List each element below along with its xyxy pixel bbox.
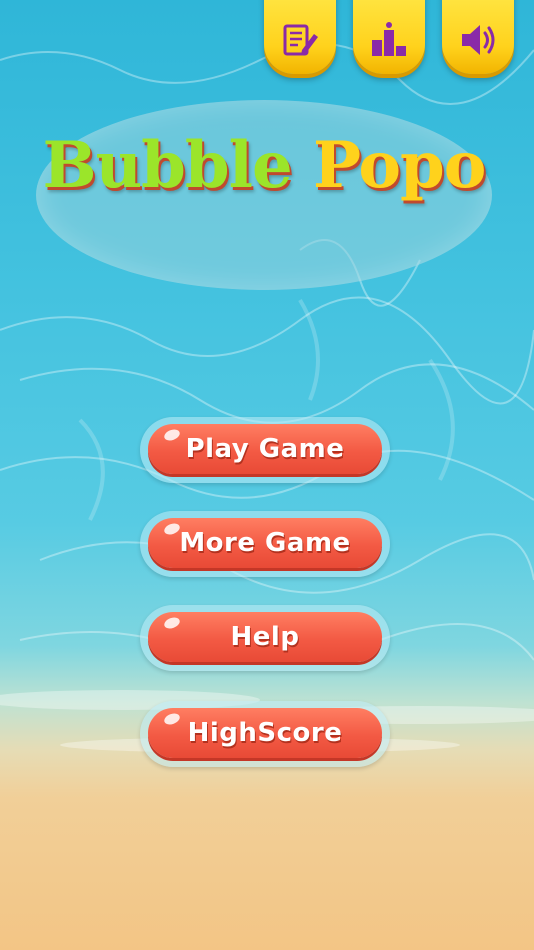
title-word-popo: Popo (312, 128, 487, 203)
speaker-icon (462, 25, 495, 55)
game-title: Bubble Popo (36, 128, 492, 205)
help-label: Help (230, 622, 300, 652)
leaderboard-button[interactable] (353, 0, 425, 74)
highscore-pill: HighScore (148, 708, 382, 758)
highscore-label: HighScore (187, 718, 343, 748)
sound-button[interactable] (442, 0, 514, 74)
play-game-pill: Play Game (148, 424, 382, 474)
notepad-button[interactable] (264, 0, 336, 74)
button-shine (162, 615, 182, 631)
button-shine (162, 427, 182, 443)
play-game-button[interactable]: Play Game (140, 417, 390, 483)
play-game-label: Play Game (185, 434, 345, 464)
button-shine (162, 711, 182, 727)
highscore-button[interactable]: HighScore (140, 701, 390, 767)
leaderboard-icon (372, 22, 406, 56)
title-word-bubble: Bubble (42, 128, 293, 203)
notepad-edit-icon (283, 24, 318, 56)
more-game-pill: More Game (148, 518, 382, 568)
help-button[interactable]: Help (140, 605, 390, 671)
help-pill: Help (148, 612, 382, 662)
more-game-label: More Game (179, 528, 351, 558)
more-game-button[interactable]: More Game (140, 511, 390, 577)
